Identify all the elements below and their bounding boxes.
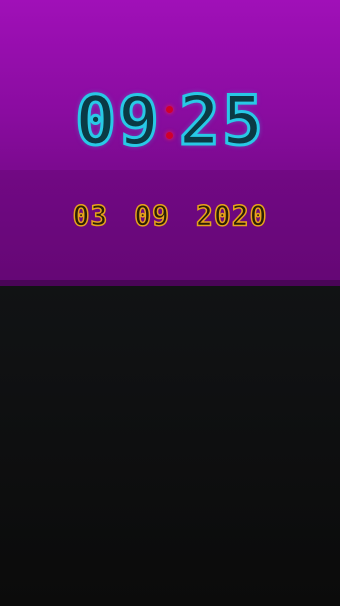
clock-hours: 09 <box>74 82 161 161</box>
date-month: 09 <box>134 199 170 232</box>
clock-date: 03 09 2020 <box>0 196 340 236</box>
clock-separator <box>163 92 177 152</box>
separator-dot-top <box>166 106 173 113</box>
date-day: 03 <box>72 199 109 232</box>
date-year: 2020 <box>195 199 268 232</box>
digital-clock-widget[interactable]: 09 25 03 09 2020 <box>0 0 340 286</box>
separator-dot-bottom <box>166 132 173 139</box>
clock-time: 09 25 <box>20 82 320 162</box>
clock-minutes: 25 <box>178 82 265 161</box>
home-screen: 09 25 03 09 2020 <box>0 0 340 606</box>
